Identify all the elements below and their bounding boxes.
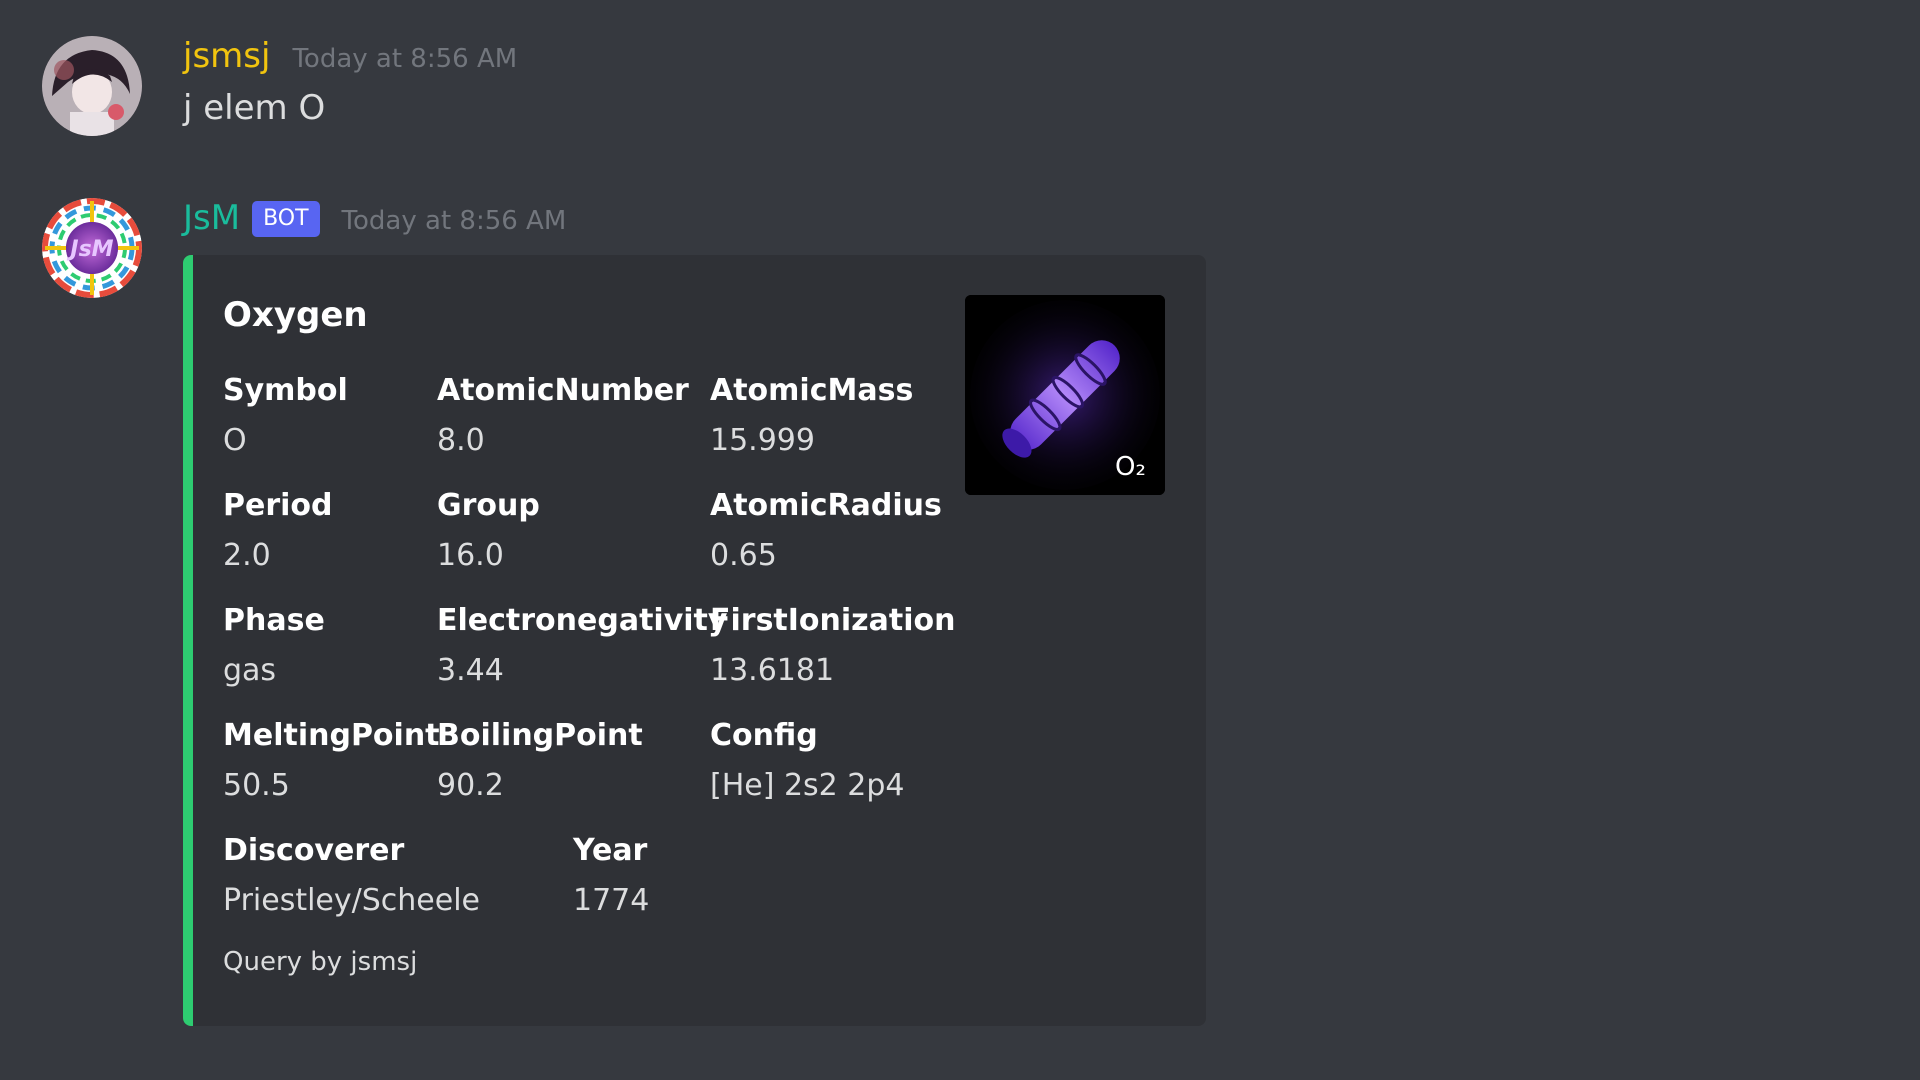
embed-field-period: Period 2.0 (223, 488, 333, 574)
avatar[interactable]: JsM (42, 198, 142, 298)
embed-field-group: Group 16.0 (437, 488, 540, 574)
embed-field-melting-point: MeltingPoint 50.5 (223, 718, 440, 804)
field-value: 15.999 (710, 423, 815, 458)
message-body: JsM BOT Today at 8:56 AM (183, 198, 566, 244)
embed-field-atomic-number: AtomicNumber 8.0 (437, 373, 689, 459)
avatar[interactable] (42, 36, 142, 136)
embed-accent-bar (183, 255, 193, 1026)
field-value: [He] 2s2 2p4 (710, 768, 905, 803)
field-name: AtomicMass (710, 373, 914, 408)
field-value: 3.44 (437, 653, 504, 688)
field-value: 8.0 (437, 423, 485, 458)
embed-footer: Query by jsmsj (223, 947, 418, 977)
field-name: Period (223, 488, 333, 523)
field-value: Priestley/Scheele (223, 883, 480, 918)
field-value: 16.0 (437, 538, 504, 573)
message-body: jsmsj Today at 8:56 AM j elem O (183, 36, 517, 130)
field-value: 50.5 (223, 768, 290, 803)
bot-badge: BOT (252, 201, 320, 237)
embed-field-year: Year 1774 (573, 833, 649, 919)
thumbnail-label: O₂ (1115, 452, 1146, 482)
timestamp: Today at 8:56 AM (292, 44, 518, 74)
field-name: Electronegativity (437, 603, 728, 638)
oxygen-tube-image: O₂ (965, 295, 1165, 495)
field-name: FirstIonization (710, 603, 956, 638)
field-name: AtomicRadius (710, 488, 942, 523)
embed-field-config: Config [He] 2s2 2p4 (710, 718, 905, 804)
field-name: Symbol (223, 373, 348, 408)
bot-avatar-image: JsM (42, 198, 142, 298)
embed-card: Oxygen Symbol O AtomicNumber 8.0 AtomicM… (183, 255, 1206, 1026)
field-name: BoilingPoint (437, 718, 643, 753)
field-value: O (223, 423, 247, 458)
embed-field-phase: Phase gas (223, 603, 325, 689)
username[interactable]: jsmsj (183, 36, 270, 76)
timestamp: Today at 8:56 AM (341, 206, 567, 236)
embed-thumbnail[interactable]: O₂ (965, 295, 1165, 495)
field-name: Phase (223, 603, 325, 638)
embed-field-first-ionization: FirstIonization 13.6181 (710, 603, 955, 689)
embed-field-atomic-radius: AtomicRadius 0.65 (710, 488, 942, 574)
field-value: 2.0 (223, 538, 271, 573)
embed-field-boiling-point: BoilingPoint 90.2 (437, 718, 643, 804)
field-value: 0.65 (710, 538, 777, 573)
user-avatar-image (42, 36, 142, 136)
username[interactable]: JsM (183, 198, 240, 238)
field-name: Group (437, 488, 540, 523)
embed-field-discoverer: Discoverer Priestley/Scheele (223, 833, 480, 919)
field-value: 1774 (573, 883, 650, 918)
field-name: Year (573, 833, 648, 868)
field-value: 90.2 (437, 768, 504, 803)
field-name: MeltingPoint (223, 718, 440, 753)
field-value: 13.6181 (710, 653, 835, 688)
message-content: j elem O (183, 88, 326, 128)
embed-field-electronegativity: Electronegativity 3.44 (437, 603, 727, 689)
svg-text:JsM: JsM (66, 237, 113, 262)
field-name: Config (710, 718, 818, 753)
field-name: Discoverer (223, 833, 405, 868)
field-name: AtomicNumber (437, 373, 689, 408)
embed-title: Oxygen (223, 295, 368, 335)
chat-area: jsmsj Today at 8:56 AM j elem O JsM JsM … (0, 0, 1920, 1080)
embed-field-atomic-mass: AtomicMass 15.999 (710, 373, 913, 459)
field-value: gas (223, 653, 277, 688)
embed-field-symbol: Symbol O (223, 373, 348, 459)
